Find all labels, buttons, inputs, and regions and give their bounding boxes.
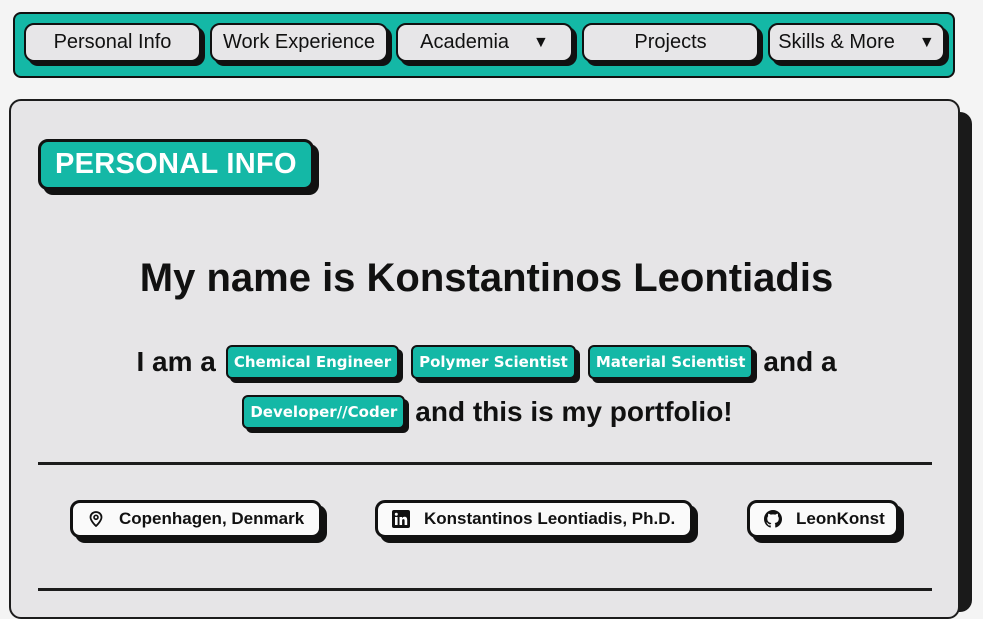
top-navigation: Personal Info Work Experience Academia ▼… [13, 12, 955, 78]
linkedin-icon [392, 510, 410, 528]
github-label: LeonKonst [796, 509, 885, 528]
headline: My name is Konstantinos Leontiadis [139, 256, 834, 300]
intro-prefix: I am a [136, 346, 216, 377]
role-chip: Developer//Coder [242, 395, 406, 429]
divider [38, 462, 932, 465]
nav-label: Skills & More [778, 31, 895, 53]
nav-label: Academia [420, 31, 510, 53]
section-title: PERSONAL INFO [38, 139, 314, 190]
github-link[interactable]: LeonKonst [747, 500, 899, 538]
divider [38, 588, 932, 591]
location-label: Copenhagen, Denmark [119, 509, 305, 528]
role-chip: Polymer Scientist [411, 345, 576, 379]
personal-info-card: PERSONAL INFO My name is Konstantinos Le… [9, 99, 960, 619]
github-icon [764, 510, 782, 528]
nav-label: Personal Info [53, 31, 172, 53]
intro-suffix: and this is my portfolio! [415, 396, 733, 427]
nav-work-experience[interactable]: Work Experience [210, 23, 388, 62]
role-chip: Chemical Engineer [225, 345, 400, 379]
chevron-down-icon: ▼ [918, 33, 935, 51]
nav-skills-more[interactable]: Skills & More ▼ [768, 23, 945, 62]
nav-personal-info[interactable]: Personal Info [24, 23, 201, 62]
role-chip: Material Scientist [587, 345, 754, 379]
location-badge: Copenhagen, Denmark [70, 500, 322, 538]
linkedin-link[interactable]: Konstantinos Leontiadis, Ph.D. [375, 500, 693, 538]
nav-label: Projects [634, 31, 707, 53]
location-pin-icon [87, 510, 105, 528]
nav-academia[interactable]: Academia ▼ [396, 23, 573, 62]
chevron-down-icon: ▼ [533, 33, 549, 51]
intro-line-1: I am a Chemical Engineer Polymer Scienti… [11, 345, 962, 379]
nav-label: Work Experience [223, 31, 375, 53]
intro-mid: and a [763, 346, 837, 377]
nav-projects[interactable]: Projects [582, 23, 759, 62]
linkedin-label: Konstantinos Leontiadis, Ph.D. [424, 509, 676, 528]
intro-line-2: Developer//Coder and this is my portfoli… [11, 395, 962, 429]
